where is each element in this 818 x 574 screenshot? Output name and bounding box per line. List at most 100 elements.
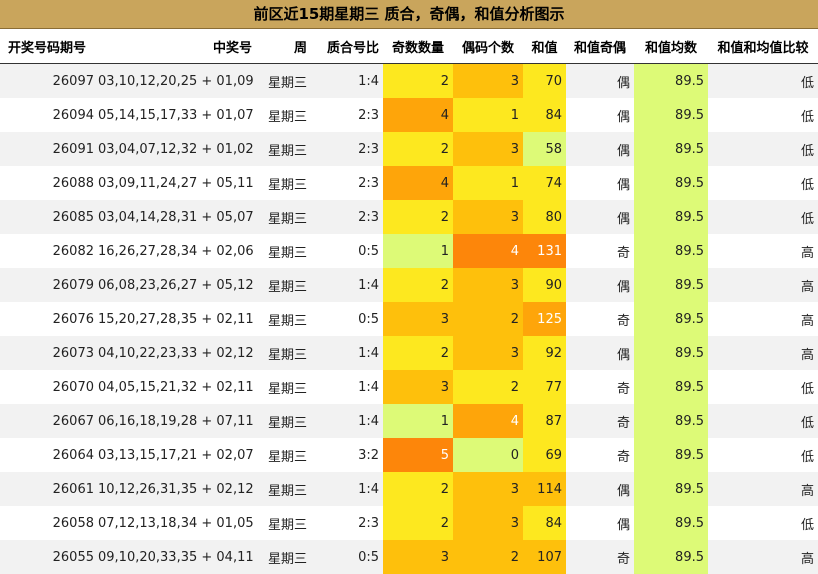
even-count-cell: 4	[453, 404, 523, 438]
week-cell: 星期三	[256, 506, 311, 540]
even-count-cell: 3	[453, 200, 523, 234]
compare-cell: 低	[708, 166, 818, 200]
header-issue: 开奖号码期号	[0, 29, 98, 64]
compare-cell: 低	[708, 370, 818, 404]
sum-parity-cell: 偶	[566, 63, 634, 98]
compare-cell: 低	[708, 63, 818, 98]
issue-cell: 26091	[0, 132, 98, 166]
compare-cell: 高	[708, 472, 818, 506]
sum-cell: 125	[523, 302, 566, 336]
even-count-cell: 3	[453, 268, 523, 302]
avg-cell: 89.5	[634, 438, 708, 472]
even-count-cell: 2	[453, 302, 523, 336]
header-row: 开奖号码期号 中奖号 周 质合号比 奇数数量 偶码个数 和值 和值奇偶 和值均数…	[0, 29, 818, 64]
header-compare: 和值和均值比较	[708, 29, 818, 64]
week-cell: 星期三	[256, 234, 311, 268]
week-cell: 星期三	[256, 404, 311, 438]
numbers-cell: 04,05,15,21,32 + 02,11	[98, 370, 256, 404]
ratio-cell: 1:4	[311, 404, 383, 438]
numbers-cell: 06,16,18,19,28 + 07,11	[98, 404, 256, 438]
odd-count-cell: 5	[383, 438, 453, 472]
sum-parity-cell: 偶	[566, 472, 634, 506]
odd-count-cell: 2	[383, 268, 453, 302]
avg-cell: 89.5	[634, 166, 708, 200]
sum-parity-cell: 偶	[566, 166, 634, 200]
week-cell: 星期三	[256, 268, 311, 302]
week-cell: 星期三	[256, 540, 311, 574]
issue-cell: 26076	[0, 302, 98, 336]
numbers-cell: 03,09,11,24,27 + 05,11	[98, 166, 256, 200]
compare-cell: 高	[708, 268, 818, 302]
sum-cell: 74	[523, 166, 566, 200]
numbers-cell: 03,10,12,20,25 + 01,09	[98, 63, 256, 98]
sum-parity-cell: 奇	[566, 540, 634, 574]
sum-parity-cell: 偶	[566, 506, 634, 540]
odd-count-cell: 2	[383, 506, 453, 540]
header-sum-parity: 和值奇偶	[566, 29, 634, 64]
sum-cell: 87	[523, 404, 566, 438]
analysis-table: 开奖号码期号 中奖号 周 质合号比 奇数数量 偶码个数 和值 和值奇偶 和值均数…	[0, 29, 818, 574]
week-cell: 星期三	[256, 370, 311, 404]
sum-parity-cell: 偶	[566, 132, 634, 166]
ratio-cell: 1:4	[311, 336, 383, 370]
even-count-cell: 3	[453, 63, 523, 98]
issue-cell: 26079	[0, 268, 98, 302]
table-row: 26094 05,14,15,17,33 + 01,07 星期三 2:3 4 1 84 偶 89…	[0, 98, 818, 132]
ratio-cell: 1:4	[311, 63, 383, 98]
numbers-cell: 05,14,15,17,33 + 01,07	[98, 98, 256, 132]
sum-cell: 84	[523, 98, 566, 132]
avg-cell: 89.5	[634, 268, 708, 302]
odd-count-cell: 1	[383, 234, 453, 268]
header-sum: 和值	[523, 29, 566, 64]
numbers-cell: 10,12,26,31,35 + 02,12	[98, 472, 256, 506]
table-row: 26085 03,04,14,28,31 + 05,07 星期三 2:3 2 3 80 偶 89…	[0, 200, 818, 234]
avg-cell: 89.5	[634, 63, 708, 98]
sum-cell: 69	[523, 438, 566, 472]
odd-count-cell: 2	[383, 336, 453, 370]
compare-cell: 高	[708, 302, 818, 336]
week-cell: 星期三	[256, 166, 311, 200]
compare-cell: 高	[708, 540, 818, 574]
week-cell: 星期三	[256, 200, 311, 234]
sum-cell: 114	[523, 472, 566, 506]
issue-cell: 26073	[0, 336, 98, 370]
table-row: 26064 03,13,15,17,21 + 02,07 星期三 3:2 5 0 69 奇 89…	[0, 438, 818, 472]
week-cell: 星期三	[256, 302, 311, 336]
week-cell: 星期三	[256, 132, 311, 166]
sum-cell: 80	[523, 200, 566, 234]
compare-cell: 低	[708, 438, 818, 472]
sum-parity-cell: 奇	[566, 438, 634, 472]
compare-cell: 低	[708, 506, 818, 540]
odd-count-cell: 1	[383, 404, 453, 438]
issue-cell: 26088	[0, 166, 98, 200]
odd-count-cell: 4	[383, 98, 453, 132]
table-row: 26082 16,26,27,28,34 + 02,06 星期三 0:5 1 4 131 奇 8…	[0, 234, 818, 268]
avg-cell: 89.5	[634, 98, 708, 132]
table-row: 26070 04,05,15,21,32 + 02,11 星期三 1:4 3 2 77 奇 89…	[0, 370, 818, 404]
odd-count-cell: 4	[383, 166, 453, 200]
avg-cell: 89.5	[634, 472, 708, 506]
sum-cell: 77	[523, 370, 566, 404]
numbers-cell: 03,13,15,17,21 + 02,07	[98, 438, 256, 472]
sum-parity-cell: 奇	[566, 370, 634, 404]
ratio-cell: 2:3	[311, 506, 383, 540]
header-even: 偶码个数	[453, 29, 523, 64]
table-row: 26067 06,16,18,19,28 + 07,11 星期三 1:4 1 4 87 奇 89…	[0, 404, 818, 438]
week-cell: 星期三	[256, 438, 311, 472]
sum-cell: 70	[523, 63, 566, 98]
ratio-cell: 2:3	[311, 200, 383, 234]
table-row: 26055 09,10,20,33,35 + 04,11 星期三 0:5 3 2 107 奇 8…	[0, 540, 818, 574]
numbers-cell: 07,12,13,18,34 + 01,05	[98, 506, 256, 540]
ratio-cell: 1:4	[311, 472, 383, 506]
issue-cell: 26094	[0, 98, 98, 132]
table-row: 26091 03,04,07,12,32 + 01,02 星期三 2:3 2 3 58 偶 89…	[0, 132, 818, 166]
even-count-cell: 3	[453, 506, 523, 540]
even-count-cell: 2	[453, 370, 523, 404]
table-row: 26097 03,10,12,20,25 + 01,09 星期三 1:4 2 3 70 偶 89…	[0, 63, 818, 98]
table-row: 26088 03,09,11,24,27 + 05,11 星期三 2:3 4 1 74 偶 89…	[0, 166, 818, 200]
header-ratio: 质合号比	[311, 29, 383, 64]
header-numbers: 中奖号	[98, 29, 256, 64]
ratio-cell: 1:4	[311, 268, 383, 302]
numbers-cell: 15,20,27,28,35 + 02,11	[98, 302, 256, 336]
even-count-cell: 1	[453, 98, 523, 132]
